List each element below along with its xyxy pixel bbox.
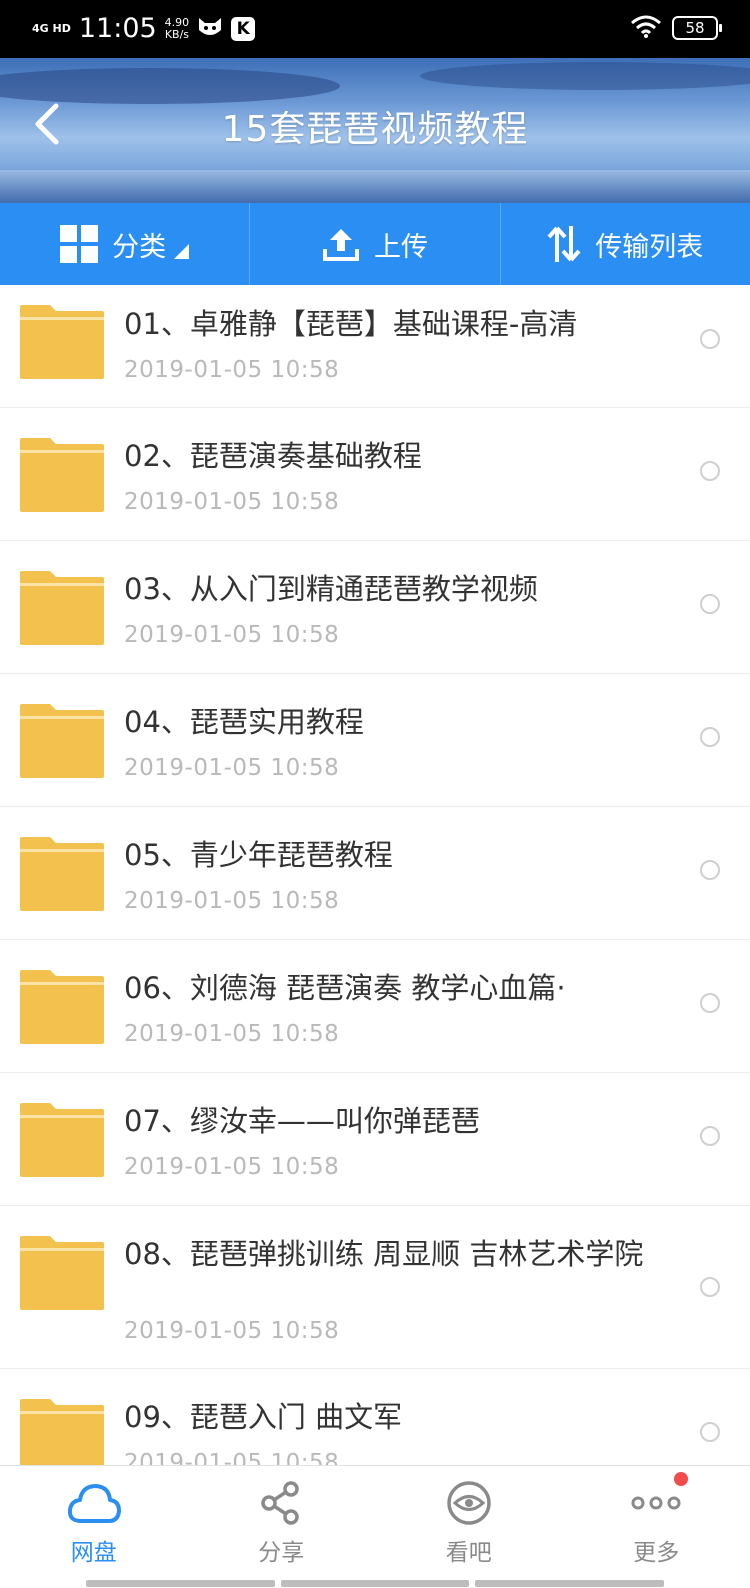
network-signal-icon: 4G HD (32, 23, 71, 35)
select-radio[interactable] (700, 1277, 720, 1297)
file-name: 08、琵琶弹挑训练 周显顺 吉林艺术学院 (124, 1236, 654, 1272)
list-item[interactable]: 08、琵琶弹挑训练 周显顺 吉林艺术学院 2019-01-05 10:58 (0, 1206, 750, 1369)
wifi-icon (630, 14, 662, 42)
nav-item-more[interactable]: 更多 (563, 1466, 750, 1588)
status-bar: 4G HD 11:05 4.90 KB/s K 58 (0, 0, 750, 58)
file-list: 01、卓雅静【琵琶】基础课程-高清 2019-01-05 10:58 02、琵琶… (0, 285, 750, 1465)
file-date: 2019-01-05 10:58 (124, 1448, 339, 1465)
nav-label: 更多 (633, 1540, 679, 1566)
list-item[interactable]: 02、琵琶演奏基础教程 2019-01-05 10:58 (0, 408, 750, 541)
caret-down-icon (174, 244, 189, 259)
file-date: 2019-01-05 10:58 (124, 1316, 339, 1346)
file-date: 2019-01-05 10:58 (124, 1019, 339, 1049)
more-icon (631, 1478, 681, 1528)
select-radio[interactable] (700, 727, 720, 747)
nav-label: 网盘 (71, 1540, 117, 1566)
nav-item-netdisk[interactable]: 网盘 (0, 1466, 188, 1588)
select-radio[interactable] (700, 1126, 720, 1146)
file-name: 06、刘德海 琵琶演奏 教学心血篇· (124, 970, 654, 1006)
nav-label: 看吧 (446, 1540, 492, 1566)
file-date: 2019-01-05 10:58 (124, 355, 339, 385)
app-k-icon: K (231, 17, 255, 41)
transfer-list-label: 传输列表 (595, 225, 703, 264)
notification-badge (674, 1472, 688, 1486)
select-radio[interactable] (700, 329, 720, 349)
folder-icon (20, 704, 104, 778)
folder-icon (20, 1399, 104, 1465)
file-name: 01、卓雅静【琵琶】基础课程-高清 (124, 306, 654, 342)
nav-item-share[interactable]: 分享 (188, 1466, 376, 1588)
cat-face-icon (197, 16, 223, 43)
upload-icon (322, 225, 360, 263)
list-item[interactable]: 07、缪汝幸——叫你弹琵琶 2019-01-05 10:58 (0, 1073, 750, 1206)
select-radio[interactable] (700, 993, 720, 1013)
page-header: 15套琵琶视频教程 (0, 58, 750, 203)
file-name: 02、琵琶演奏基础教程 (124, 438, 654, 474)
folder-icon (20, 305, 104, 379)
select-radio[interactable] (700, 594, 720, 614)
network-speed: 4.90 KB/s (165, 17, 190, 41)
grid-icon (60, 225, 98, 263)
folder-icon (20, 1236, 104, 1310)
folder-icon (20, 571, 104, 645)
folder-icon (20, 837, 104, 911)
eye-icon (446, 1478, 492, 1528)
file-name: 04、琵琶实用教程 (124, 704, 654, 740)
file-date: 2019-01-05 10:58 (124, 1152, 339, 1182)
nav-label: 分享 (258, 1540, 304, 1566)
nav-item-watch[interactable]: 看吧 (375, 1466, 563, 1588)
list-item[interactable]: 01、卓雅静【琵琶】基础课程-高清 2019-01-05 10:58 (0, 285, 750, 408)
transfer-arrows-icon (547, 224, 581, 264)
file-name: 05、青少年琵琶教程 (124, 837, 654, 873)
battery-icon: 58 (672, 16, 718, 40)
gesture-bar (86, 1580, 664, 1587)
transfer-list-button[interactable]: 传输列表 (500, 203, 750, 285)
file-date: 2019-01-05 10:58 (124, 487, 339, 517)
list-item[interactable]: 04、琵琶实用教程 2019-01-05 10:58 (0, 674, 750, 807)
network-speed-unit: KB/s (165, 29, 190, 41)
list-item[interactable]: 05、青少年琵琶教程 2019-01-05 10:58 (0, 807, 750, 940)
folder-icon (20, 438, 104, 512)
share-icon (259, 1478, 303, 1528)
action-toolbar: 分类 上传 传输列表 (0, 203, 750, 285)
category-label: 分类 (112, 225, 166, 264)
status-time: 11:05 (79, 10, 157, 48)
file-date: 2019-01-05 10:58 (124, 620, 339, 650)
file-date: 2019-01-05 10:58 (124, 886, 339, 916)
select-radio[interactable] (700, 1422, 720, 1442)
file-name: 07、缪汝幸——叫你弹琵琶 (124, 1103, 654, 1139)
category-button[interactable]: 分类 (0, 203, 249, 285)
select-radio[interactable] (700, 860, 720, 880)
cloud-icon (67, 1478, 121, 1528)
list-item[interactable]: 03、从入门到精通琵琶教学视频 2019-01-05 10:58 (0, 541, 750, 674)
folder-icon (20, 970, 104, 1044)
page-title: 15套琵琶视频教程 (0, 104, 750, 156)
upload-button[interactable]: 上传 (249, 203, 499, 285)
file-date: 2019-01-05 10:58 (124, 753, 339, 783)
upload-label: 上传 (374, 225, 428, 264)
folder-icon (20, 1103, 104, 1177)
file-name: 09、琵琶入门 曲文军 (124, 1399, 654, 1435)
bottom-nav: 网盘 分享 看吧 更多 (0, 1465, 750, 1588)
list-item[interactable]: 09、琵琶入门 曲文军 2019-01-05 10:58 (0, 1369, 750, 1465)
select-radio[interactable] (700, 461, 720, 481)
list-item[interactable]: 06、刘德海 琵琶演奏 教学心血篇· 2019-01-05 10:58 (0, 940, 750, 1073)
file-name: 03、从入门到精通琵琶教学视频 (124, 571, 654, 607)
